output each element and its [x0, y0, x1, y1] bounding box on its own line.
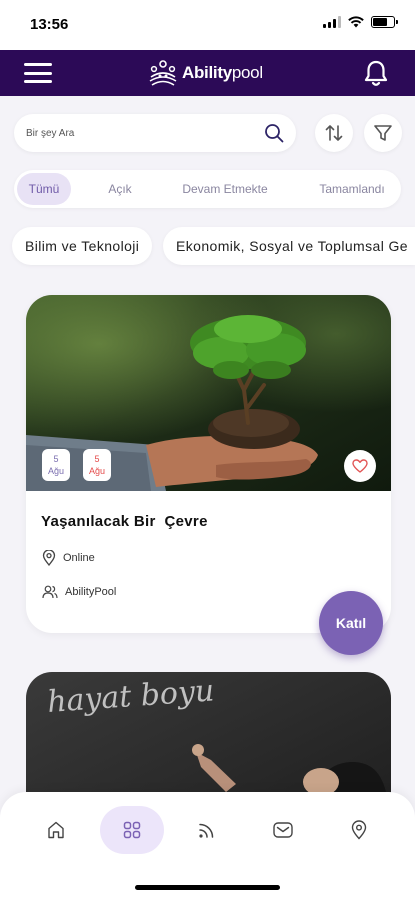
event-image — [26, 295, 391, 491]
brand-name: Abilitypool — [182, 63, 263, 82]
brand-logo: Abilitypool — [148, 59, 263, 87]
nav-messages[interactable] — [251, 806, 315, 854]
status-bar: 13:56 — [0, 0, 415, 50]
home-indicator — [135, 885, 280, 890]
signal-icon — [323, 16, 341, 28]
users-icon — [42, 585, 58, 599]
heart-icon — [352, 459, 368, 473]
tree-photo — [26, 295, 391, 491]
nav-map[interactable] — [327, 806, 391, 854]
status-icons — [323, 16, 398, 28]
wifi-icon — [348, 16, 364, 28]
battery-icon — [371, 16, 398, 28]
event-card[interactable]: 5 Ağu 5 Ağu Yaşanılacak Bir Çevre Online A… — [26, 295, 391, 633]
event-organizer-text: AbilityPool — [65, 586, 117, 598]
event-location: Online — [42, 550, 95, 566]
bell-icon[interactable] — [363, 59, 389, 87]
status-tabs: Tümü Açık Devam Etmekte Tamamlandı — [14, 170, 401, 208]
grid-icon — [123, 821, 141, 839]
mail-icon — [273, 822, 293, 838]
feed-icon — [199, 823, 214, 838]
ability-logo-icon — [149, 60, 177, 86]
start-date-badge: 5 Ağu — [42, 449, 70, 481]
tab-open[interactable]: Açık — [94, 173, 146, 205]
search-icon[interactable] — [264, 123, 284, 143]
menu-icon[interactable] — [24, 63, 52, 83]
location-pin-icon — [42, 550, 56, 566]
sort-button[interactable] — [315, 114, 353, 152]
search-input[interactable] — [26, 114, 256, 152]
nav-feed[interactable] — [175, 806, 239, 854]
home-icon — [48, 821, 64, 839]
category-chip[interactable]: Bilim ve Teknoloji — [12, 227, 153, 265]
search-bar — [14, 114, 296, 152]
tab-in-progress[interactable]: Devam Etmekte — [171, 173, 279, 205]
filter-icon — [374, 125, 392, 141]
event-location-text: Online — [63, 552, 95, 564]
bottom-nav — [0, 792, 415, 900]
tab-all[interactable]: Tümü — [17, 173, 71, 205]
category-chip[interactable]: Ekonomik, Sosyal ve Toplumsal Ge — [163, 227, 415, 265]
location-icon — [351, 820, 367, 840]
join-button[interactable]: Katıl — [319, 591, 383, 655]
tab-completed[interactable]: Tamamlandı — [306, 173, 398, 205]
nav-home[interactable] — [24, 806, 88, 854]
status-time: 13:56 — [30, 16, 69, 33]
event-title: Yaşanılacak Bir Çevre — [41, 513, 208, 530]
end-date-badge: 5 Ağu — [83, 449, 111, 481]
event-organizer: AbilityPool — [42, 585, 116, 599]
app-header: Abilitypool — [0, 50, 415, 96]
favorite-button[interactable] — [344, 450, 376, 482]
sort-icon — [325, 125, 343, 141]
nav-events[interactable] — [100, 806, 164, 854]
filter-button[interactable] — [364, 114, 402, 152]
